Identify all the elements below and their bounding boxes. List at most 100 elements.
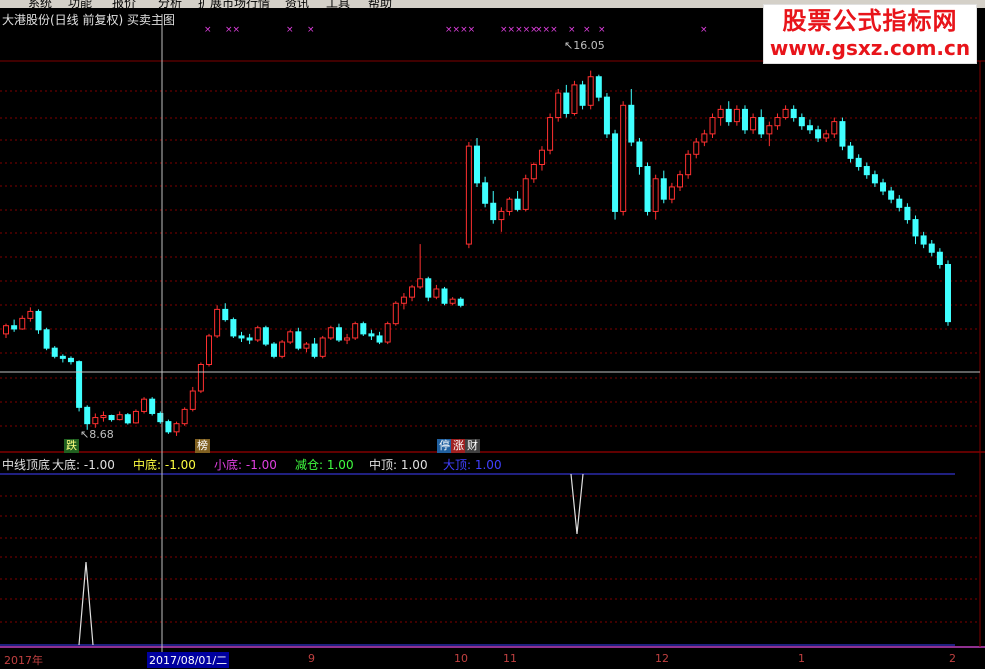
- high-price-label: ↖16.05: [564, 39, 605, 52]
- candle-body-34: [279, 341, 286, 357]
- indicator-item-3: 减仓: 1.00: [295, 458, 354, 472]
- candle-body-111: [904, 206, 911, 221]
- candle-body-67: [547, 117, 554, 151]
- xaxis-label-feb: 2: [949, 652, 956, 665]
- candle-body-35: [287, 331, 294, 343]
- indicator-item-2: 小底: -1.00: [214, 458, 277, 472]
- candle-body-95: [774, 117, 781, 127]
- candle-body-57: [465, 145, 472, 245]
- candle-body-93: [758, 117, 765, 135]
- candle-body-91: [741, 108, 748, 131]
- candle-body-11: [92, 417, 99, 425]
- candle-body-37: [303, 343, 310, 349]
- chart-title: 大港股份(日线 前复权) 买卖主图: [2, 13, 175, 27]
- candle-body-28: [230, 319, 237, 337]
- tag-bang[interactable]: 榜: [195, 439, 210, 453]
- candle-body-43: [352, 323, 359, 339]
- site-watermark: 股票公式指标网 www.gsxz.com.cn: [763, 4, 977, 64]
- candle-body-60: [490, 202, 497, 221]
- tag-cai[interactable]: 财: [465, 439, 480, 453]
- kline-chart[interactable]: [0, 0, 985, 669]
- candle-body-63: [514, 198, 521, 210]
- candle-body-68: [555, 92, 562, 119]
- candle-body-84: [685, 153, 692, 176]
- candle-body-46: [376, 335, 383, 343]
- candle-body-115: [936, 251, 943, 265]
- candle-body-21: [173, 423, 180, 433]
- candle-body-55: [449, 298, 456, 304]
- candle-body-52: [425, 278, 432, 298]
- candle-body-80: [652, 178, 659, 212]
- indicator-item-4: 中顶: 1.00: [369, 458, 428, 472]
- candle-body-10: [84, 406, 91, 425]
- low-price-label: ↖8.68: [80, 428, 114, 441]
- candle-body-4: [35, 310, 42, 331]
- candle-body-98: [798, 117, 805, 127]
- candle-body-65: [530, 163, 537, 180]
- candle-body-97: [790, 108, 797, 119]
- candle-body-30: [246, 337, 253, 341]
- candle-body-100: [815, 129, 822, 139]
- candle-body-81: [660, 178, 667, 200]
- candle-body-89: [725, 108, 732, 123]
- indicator-top-signal: [570, 473, 584, 535]
- candle-body-18: [149, 398, 156, 414]
- candle-body-24: [197, 363, 204, 392]
- candle-body-8: [67, 357, 74, 363]
- candle-body-56: [457, 298, 464, 306]
- candle-body-6: [51, 347, 58, 357]
- candle-body-76: [620, 104, 627, 212]
- candle-body-59: [482, 182, 489, 204]
- candle-body-106: [863, 166, 870, 176]
- candle-body-22: [181, 408, 188, 425]
- candle-body-69: [563, 92, 570, 114]
- indicator-item-1: 中底: -1.00: [133, 458, 196, 472]
- candle-body-110: [896, 198, 903, 208]
- candle-body-116: [945, 263, 951, 323]
- candle-body-109: [888, 190, 895, 200]
- candle-body-3: [27, 310, 34, 319]
- watermark-url: www.gsxz.com.cn: [769, 36, 971, 60]
- candle-body-82: [668, 186, 675, 200]
- xaxis-label-sep: 9: [308, 652, 315, 665]
- candle-body-102: [831, 121, 838, 135]
- candle-body-16: [132, 410, 139, 424]
- low-price-value: 8.68: [89, 428, 114, 441]
- candle-body-77: [628, 104, 635, 143]
- candle-body-85: [693, 141, 700, 155]
- indicator-item-0: 大底: -1.00: [52, 458, 115, 472]
- candle-body-88: [717, 108, 724, 119]
- candle-body-40: [327, 327, 334, 339]
- candle-body-49: [400, 296, 407, 304]
- candle-body-42: [344, 337, 351, 341]
- candle-body-99: [806, 125, 813, 131]
- candle-body-75: [612, 133, 619, 212]
- candle-body-74: [603, 96, 610, 135]
- candle-body-90: [733, 108, 740, 123]
- tag-die[interactable]: 跌: [64, 439, 79, 453]
- tag-zhang[interactable]: 涨: [451, 439, 466, 453]
- candle-body-48: [392, 302, 399, 325]
- candle-body-17: [141, 398, 148, 412]
- candle-body-53: [433, 288, 440, 298]
- tag-ting[interactable]: 停: [437, 439, 452, 453]
- candle-body-31: [254, 327, 261, 341]
- candle-body-108: [880, 182, 887, 192]
- candle-body-23: [189, 390, 196, 410]
- xaxis-start-label: 2017年: [4, 654, 43, 667]
- candle-body-14: [116, 414, 123, 421]
- candle-body-36: [295, 331, 302, 349]
- candle-body-47: [384, 323, 391, 343]
- indicator-name: 中线顶底: [2, 458, 51, 472]
- candle-body-70: [571, 84, 578, 114]
- candle-body-58: [474, 145, 480, 184]
- candle-body-9: [76, 361, 83, 408]
- xaxis-label-jan: 1: [798, 652, 805, 665]
- candle-body-103: [839, 121, 846, 147]
- candle-body-13: [108, 415, 115, 421]
- candle-body-64: [522, 178, 529, 210]
- candle-body-25: [206, 335, 213, 365]
- indicator-bottom-signal: [78, 561, 94, 646]
- candle-body-1: [11, 325, 18, 330]
- candle-body-78: [636, 141, 643, 168]
